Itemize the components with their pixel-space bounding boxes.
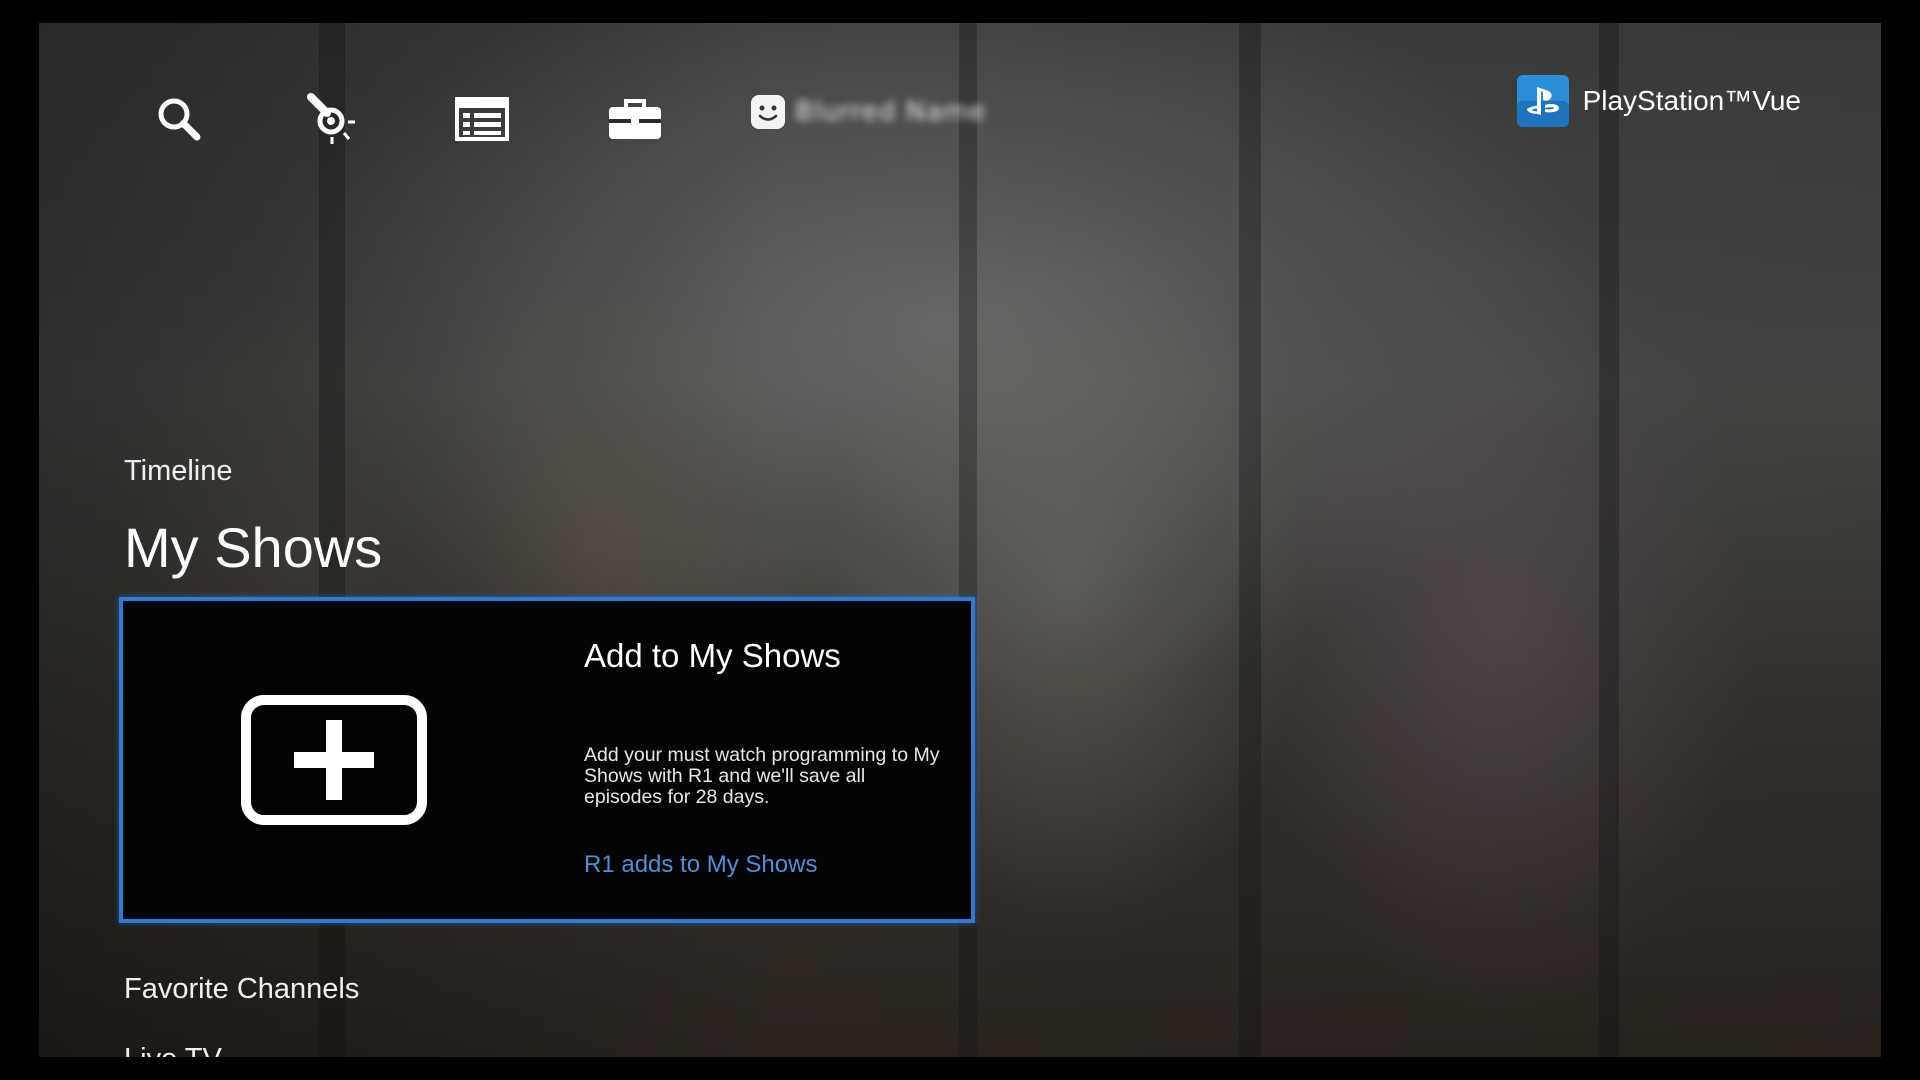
brand-name: PlayStation™Vue (1582, 85, 1801, 116)
search-icon (158, 98, 201, 141)
brand: PlayStation™Vue (1516, 75, 1801, 127)
add-to-my-shows-card[interactable]: Add to My Shows Add your must watch prog… (119, 597, 975, 923)
guide-button[interactable] (450, 87, 514, 151)
search-button[interactable] (147, 87, 211, 151)
card-description: Add your must watch programming to My Sh… (584, 744, 940, 808)
settings-button[interactable] (603, 87, 667, 151)
guide-icon (455, 97, 509, 141)
timeline-nav-label[interactable]: Timeline (124, 455, 233, 488)
app-screen: Blurred Name PlayStation™Vue Timeline My… (39, 23, 1881, 1057)
profile-button[interactable]: Blurred Name (751, 95, 986, 129)
card-title: Add to My Shows (584, 637, 841, 674)
settings-toolbox-icon (609, 99, 661, 139)
live-tv-label[interactable]: Live TV (124, 1043, 222, 1057)
whats-hot-button[interactable] (299, 87, 363, 151)
add-plus-icon (241, 695, 427, 825)
whats-hot-icon (307, 93, 355, 144)
profile-name: Blurred Name (795, 97, 987, 127)
favorite-channels-label[interactable]: Favorite Channels (124, 973, 359, 1006)
card-hint: R1 adds to My Shows (584, 851, 818, 878)
section-title-my-shows: My Shows (124, 516, 383, 579)
playstation-logo-icon (1516, 75, 1569, 127)
profile-face-icon (751, 95, 785, 129)
